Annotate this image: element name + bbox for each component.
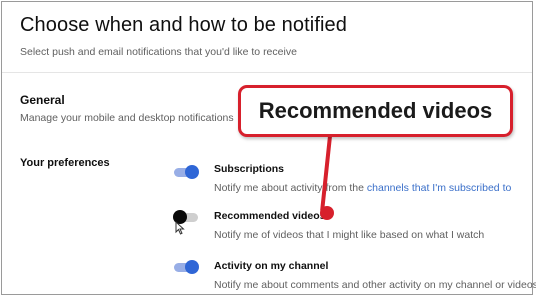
general-section-title: General — [20, 93, 65, 107]
page-title: Choose when and how to be notified — [20, 14, 347, 36]
subscriptions-description-text: Notify me about activity from the — [214, 182, 367, 194]
your-preferences-label: Your preferences — [20, 157, 110, 169]
recommended-videos-description: Notify me of videos that I might like ba… — [214, 229, 485, 241]
subscriptions-title: Subscriptions — [214, 163, 285, 175]
callout-pointer-dot — [320, 206, 334, 220]
subscriptions-description: Notify me about activity from the channe… — [214, 182, 511, 194]
recommended-videos-title: Recommended videos — [214, 210, 326, 222]
activity-on-channel-title: Activity on my channel — [214, 260, 329, 272]
section-divider — [2, 72, 532, 73]
mouse-cursor-icon — [175, 220, 185, 238]
activity-on-channel-toggle[interactable] — [174, 260, 200, 274]
subscribed-channels-link[interactable]: channels that I'm subscribed to — [367, 182, 511, 194]
notifications-panel: Choose when and how to be notified Selec… — [1, 1, 536, 295]
subscriptions-toggle[interactable] — [174, 165, 200, 179]
toggle-knob — [185, 260, 199, 274]
callout-pointer-line — [320, 135, 332, 211]
toggle-knob — [185, 165, 199, 179]
activity-on-channel-description: Notify me about comments and other activ… — [214, 279, 536, 291]
general-section-description: Manage your mobile and desktop notificat… — [20, 112, 234, 124]
page-subtitle: Select push and email notifications that… — [20, 46, 297, 58]
recommended-videos-callout: Recommended videos — [238, 85, 513, 137]
